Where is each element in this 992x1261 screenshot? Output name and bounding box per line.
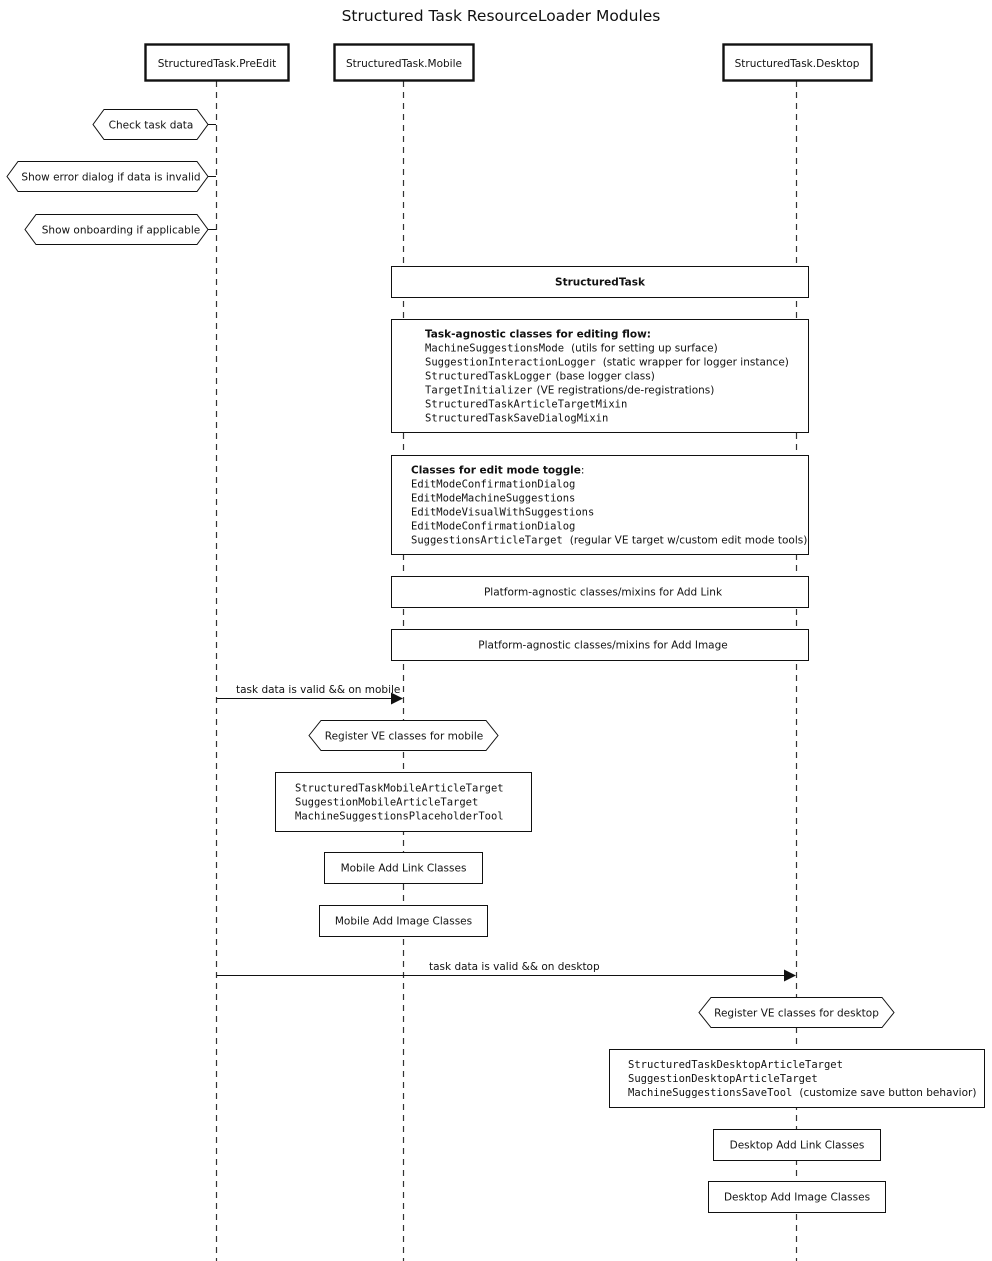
step-show-error-dialog: Show error dialog if data is invalid	[6, 161, 216, 192]
message-label: task data is valid && on desktop	[429, 961, 600, 973]
step-label: Register VE classes for mobile	[325, 731, 483, 743]
sequence-diagram: Structured Task ResourceLoader Modules S…	[6, 7, 985, 1261]
step-label: Show error dialog if data is invalid	[21, 172, 200, 184]
class-line: StructuredTaskMobileArticleTarget	[295, 783, 504, 795]
participant-desktop: StructuredTask.Desktop	[722, 43, 873, 82]
box-mobile-add-link: Mobile Add Link Classes	[324, 852, 483, 884]
class-line: MachineSuggestionsSaveTool (customize sav…	[628, 1087, 976, 1099]
box-mobile-classes: StructuredTaskMobileArticleTarget Sugges…	[275, 772, 532, 832]
box-structured-task: StructuredTask	[391, 266, 809, 298]
class-line: EditModeConfirmationDialog	[411, 479, 575, 491]
step-label: Show onboarding if applicable	[42, 225, 200, 237]
step-label: Register VE classes for desktop	[714, 1008, 879, 1020]
message-label: task data is valid && on mobile	[236, 684, 400, 696]
box-label: Desktop Add Link Classes	[730, 1140, 865, 1152]
participant-label: StructuredTask.PreEdit	[158, 58, 277, 70]
box-platform-agnostic-add-image: Platform-agnostic classes/mixins for Add…	[391, 629, 809, 661]
class-line: StructuredTaskArticleTargetMixin	[425, 399, 627, 411]
participant-label: StructuredTask.Mobile	[346, 58, 462, 70]
box-label: Desktop Add Image Classes	[724, 1192, 870, 1204]
step-label: Check task data	[109, 120, 194, 132]
participant-preedit: StructuredTask.PreEdit	[144, 43, 290, 82]
box-label: Platform-agnostic classes/mixins for Add…	[478, 640, 727, 652]
box-desktop-add-link: Desktop Add Link Classes	[713, 1129, 881, 1161]
class-line: StructuredTaskLogger (base logger class)	[425, 371, 655, 383]
box-desktop-classes: StructuredTaskDesktopArticleTarget Sugge…	[609, 1049, 985, 1108]
class-line: EditModeConfirmationDialog	[411, 521, 575, 533]
box-platform-agnostic-add-link: Platform-agnostic classes/mixins for Add…	[391, 576, 809, 608]
participant-mobile: StructuredTask.Mobile	[333, 43, 475, 82]
class-line: StructuredTaskSaveDialogMixin	[425, 413, 608, 425]
participant-label: StructuredTask.Desktop	[735, 58, 860, 70]
box-heading: Classes for edit mode toggle:	[411, 465, 584, 477]
class-line: TargetInitializer (VE registrations/de-re…	[425, 385, 714, 397]
box-label: Mobile Add Image Classes	[335, 916, 472, 928]
box-mobile-add-image: Mobile Add Image Classes	[319, 905, 488, 937]
class-line: EditModeMachineSuggestions	[411, 493, 575, 505]
step-register-ve-desktop: Register VE classes for desktop	[698, 997, 895, 1028]
class-line: SuggestionMobileArticleTarget	[295, 797, 478, 809]
class-line: SuggestionDesktopArticleTarget	[628, 1073, 818, 1085]
box-label: Platform-agnostic classes/mixins for Add…	[484, 587, 723, 599]
box-label: Mobile Add Link Classes	[341, 863, 467, 875]
box-desktop-add-image: Desktop Add Image Classes	[708, 1181, 886, 1213]
box-heading: Task-agnostic classes for editing flow:	[425, 329, 651, 341]
step-register-ve-mobile: Register VE classes for mobile	[308, 720, 499, 751]
arrowhead-icon	[784, 969, 796, 982]
box-label: StructuredTask	[555, 277, 646, 289]
class-line: EditModeVisualWithSuggestions	[411, 507, 594, 519]
class-line: MachineSuggestionsPlaceholderTool	[295, 811, 504, 823]
message-to-mobile: task data is valid && on mobile	[216, 684, 403, 705]
class-line: MachineSuggestionsMode (utils for setting…	[425, 343, 718, 355]
class-line: SuggestionsArticleTarget (regular VE targ…	[411, 535, 807, 547]
box-task-agnostic-classes: Task-agnostic classes for editing flow: …	[391, 319, 809, 433]
diagram-title: Structured Task ResourceLoader Modules	[342, 7, 661, 25]
class-line: SuggestionInteractionLogger (static wrapp…	[425, 357, 789, 369]
step-check-task-data: Check task data	[92, 109, 216, 140]
box-edit-mode-toggle-classes: Classes for edit mode toggle: EditModeCo…	[391, 455, 809, 555]
message-to-desktop: task data is valid && on desktop	[216, 961, 796, 982]
step-show-onboarding: Show onboarding if applicable	[24, 214, 216, 245]
class-line: StructuredTaskDesktopArticleTarget	[628, 1059, 843, 1071]
